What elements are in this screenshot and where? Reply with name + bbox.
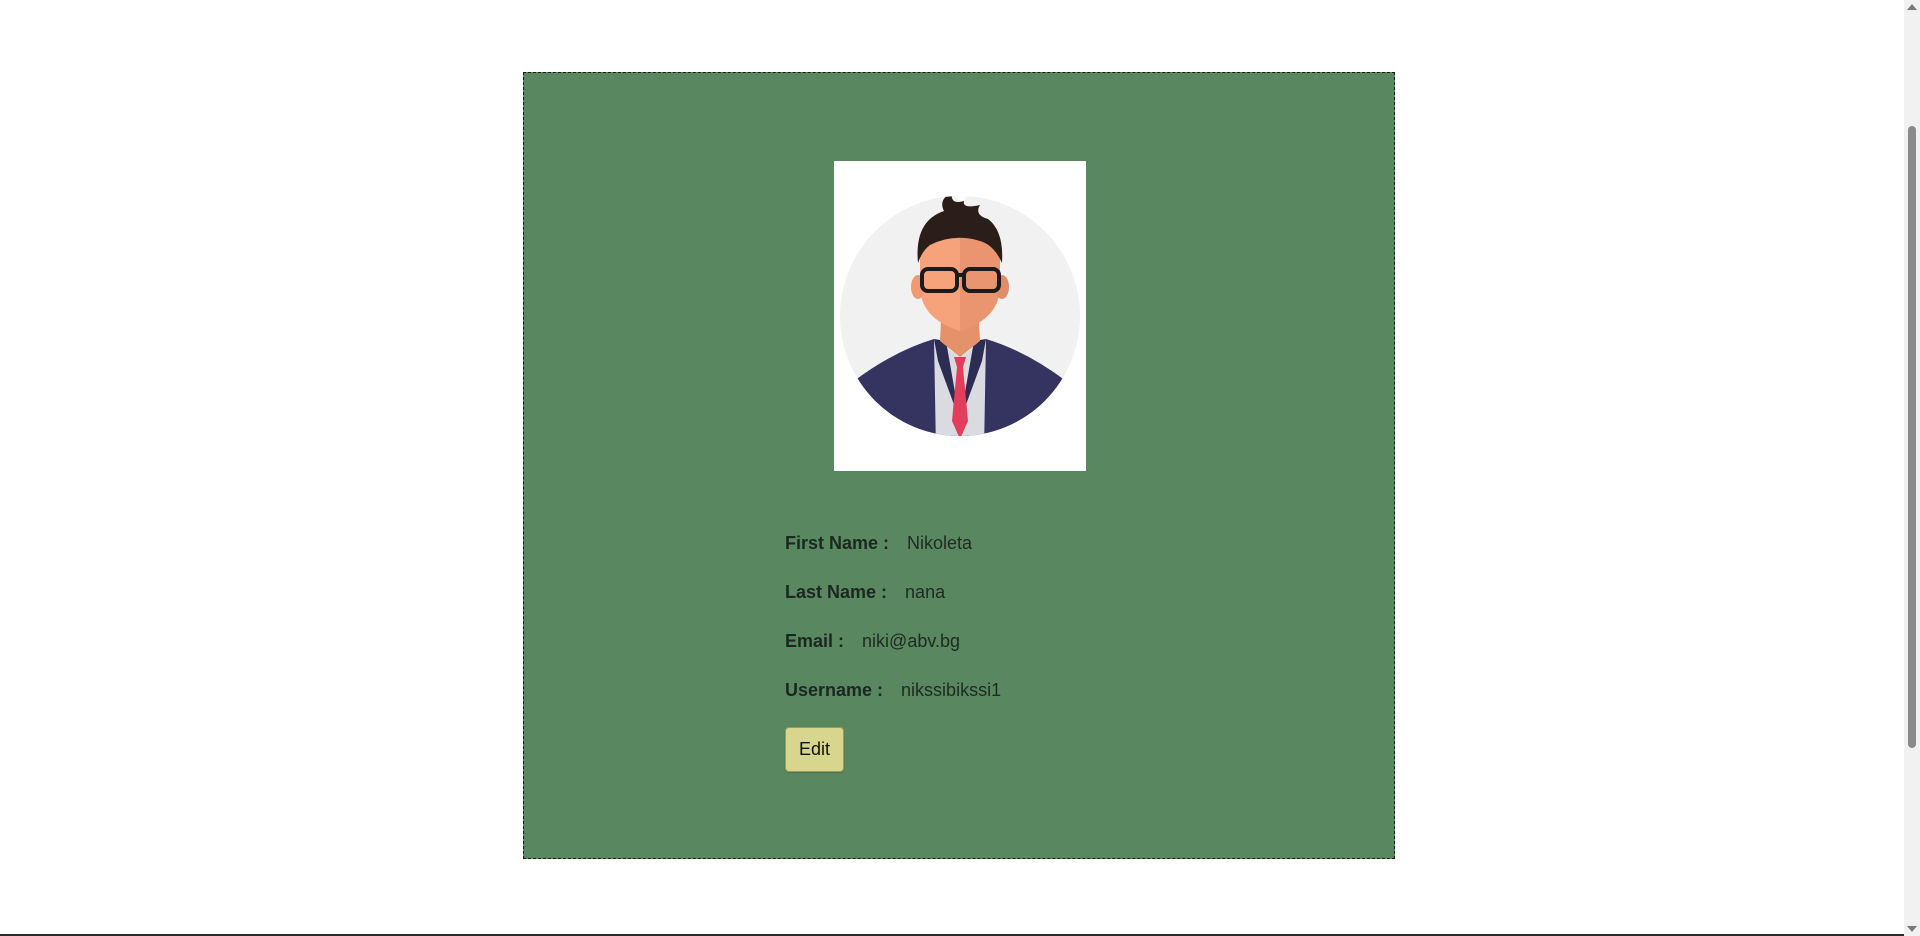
profile-info: First Name : Nikoleta Last Name : nana E… bbox=[785, 533, 1285, 729]
profile-card: First Name : Nikoleta Last Name : nana E… bbox=[523, 72, 1395, 859]
page: First Name : Nikoleta Last Name : nana E… bbox=[0, 0, 1920, 936]
last-name-label: Last Name : bbox=[785, 582, 888, 602]
email-label: Email : bbox=[785, 631, 845, 651]
last-name-value: nana bbox=[905, 582, 946, 602]
first-name-row: First Name : Nikoleta bbox=[785, 533, 1285, 582]
last-name-row: Last Name : nana bbox=[785, 582, 1285, 631]
scroll-thumb[interactable] bbox=[1908, 126, 1916, 748]
vertical-scrollbar[interactable] bbox=[1904, 0, 1920, 936]
businessman-avatar-icon bbox=[834, 161, 1086, 471]
scroll-up-arrow-icon[interactable] bbox=[1907, 4, 1917, 10]
edit-button[interactable]: Edit bbox=[785, 727, 844, 772]
email-row: Email : niki@abv.bg bbox=[785, 631, 1285, 680]
first-name-label: First Name : bbox=[785, 533, 890, 553]
scroll-down-arrow-icon[interactable] bbox=[1907, 926, 1917, 932]
email-value: niki@abv.bg bbox=[862, 631, 961, 651]
username-label: Username : bbox=[785, 680, 884, 700]
first-name-value: Nikoleta bbox=[907, 533, 973, 553]
username-row: Username : nikssibikssi1 bbox=[785, 680, 1285, 729]
username-value: nikssibikssi1 bbox=[901, 680, 1002, 700]
avatar bbox=[834, 161, 1086, 471]
